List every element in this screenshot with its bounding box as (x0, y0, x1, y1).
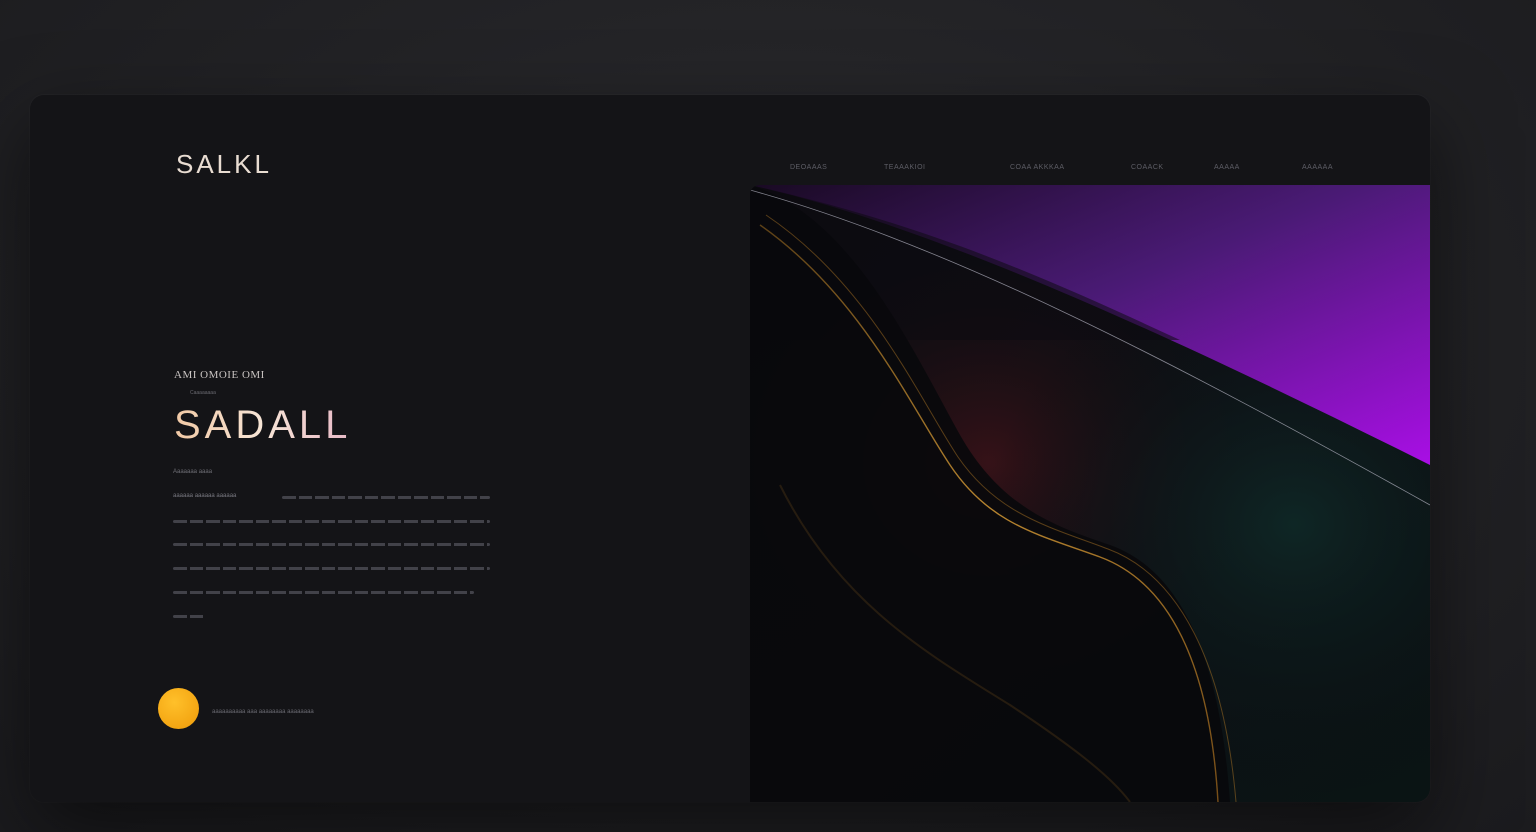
hero-eyebrow: AMI OMOIE OMI (174, 369, 265, 381)
nav-item-3[interactable]: COAA AKKKAA (1010, 164, 1065, 171)
nav-item-1[interactable]: DEOAAAS (790, 164, 827, 171)
hero-visual-art (750, 185, 1430, 802)
paragraph-line (173, 591, 474, 594)
hero-small-label: Aaaaaaa aaaa (173, 469, 213, 475)
paragraph-lead: aaaaaa aaaaaa aaaaaa (173, 493, 237, 499)
paragraph-line (173, 615, 205, 618)
hero-eyebrow-sub: Caaaaaaaa (190, 390, 216, 396)
hero-visual (750, 185, 1430, 802)
hero-headline: SADALL (174, 403, 352, 447)
cta-label[interactable]: aaaaaaaaaa aaa aaaaaaaa aaaaaaaa (212, 709, 314, 715)
paragraph-line (282, 496, 490, 499)
top-nav: DEOAAAS TEAAAKIOI COAA AKKKAA COAACK AAA… (30, 164, 1430, 176)
nav-item-2[interactable]: TEAAAKIOI (884, 164, 925, 171)
paragraph-line (173, 543, 490, 546)
main-card: SALKL DEOAAAS TEAAAKIOI COAA AKKKAA COAA… (30, 95, 1430, 802)
paragraph-line (173, 567, 490, 570)
orange-circle-icon[interactable] (158, 688, 199, 729)
nav-item-4[interactable]: COAACK (1131, 164, 1164, 171)
nav-item-5[interactable]: AAAAA (1214, 164, 1240, 171)
nav-item-6[interactable]: AAAAAA (1302, 164, 1333, 171)
paragraph-line (173, 520, 490, 523)
